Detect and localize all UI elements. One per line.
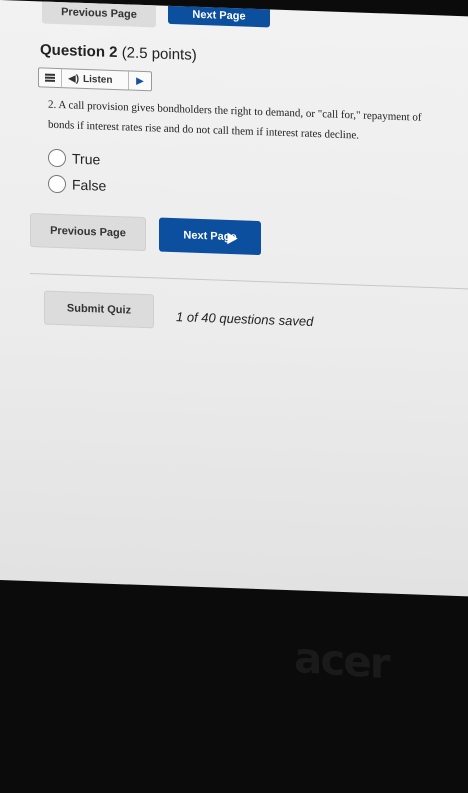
radio-icon[interactable] (48, 174, 66, 194)
listen-label: Listen (83, 73, 113, 86)
radio-icon[interactable] (48, 148, 66, 168)
option-label: True (72, 150, 101, 168)
speaker-icon: ◀) (68, 72, 80, 85)
previous-page-button[interactable]: Previous Page (30, 213, 146, 252)
question-points: (2.5 points) (121, 44, 197, 64)
question-text: 2. A call provision gives bondholders th… (48, 95, 468, 150)
play-icon[interactable]: ▶ (129, 75, 151, 87)
listen-button[interactable]: ◀) Listen (62, 69, 129, 90)
next-page-button[interactable]: Next Page (159, 217, 261, 256)
listen-toolbar: ◀) Listen ▶ (38, 67, 152, 92)
question-heading: Question 2 (40, 41, 118, 62)
top-previous-page-button[interactable]: Previous Page (42, 0, 156, 28)
divider (30, 273, 468, 290)
acer-logo: acer (294, 632, 389, 689)
submit-quiz-button[interactable]: Submit Quiz (44, 290, 154, 329)
menu-icon[interactable] (39, 68, 62, 88)
question-title: Question 2 (2.5 points) (40, 41, 197, 63)
option-true[interactable]: True (48, 148, 101, 169)
top-next-page-button[interactable]: Next Page (168, 0, 270, 28)
option-false[interactable]: False (48, 174, 107, 195)
option-label: False (72, 176, 107, 194)
quiz-screen: Previous Page Next Page Question 2 (2.5 … (0, 0, 468, 597)
save-status: 1 of 40 questions saved (176, 309, 314, 329)
